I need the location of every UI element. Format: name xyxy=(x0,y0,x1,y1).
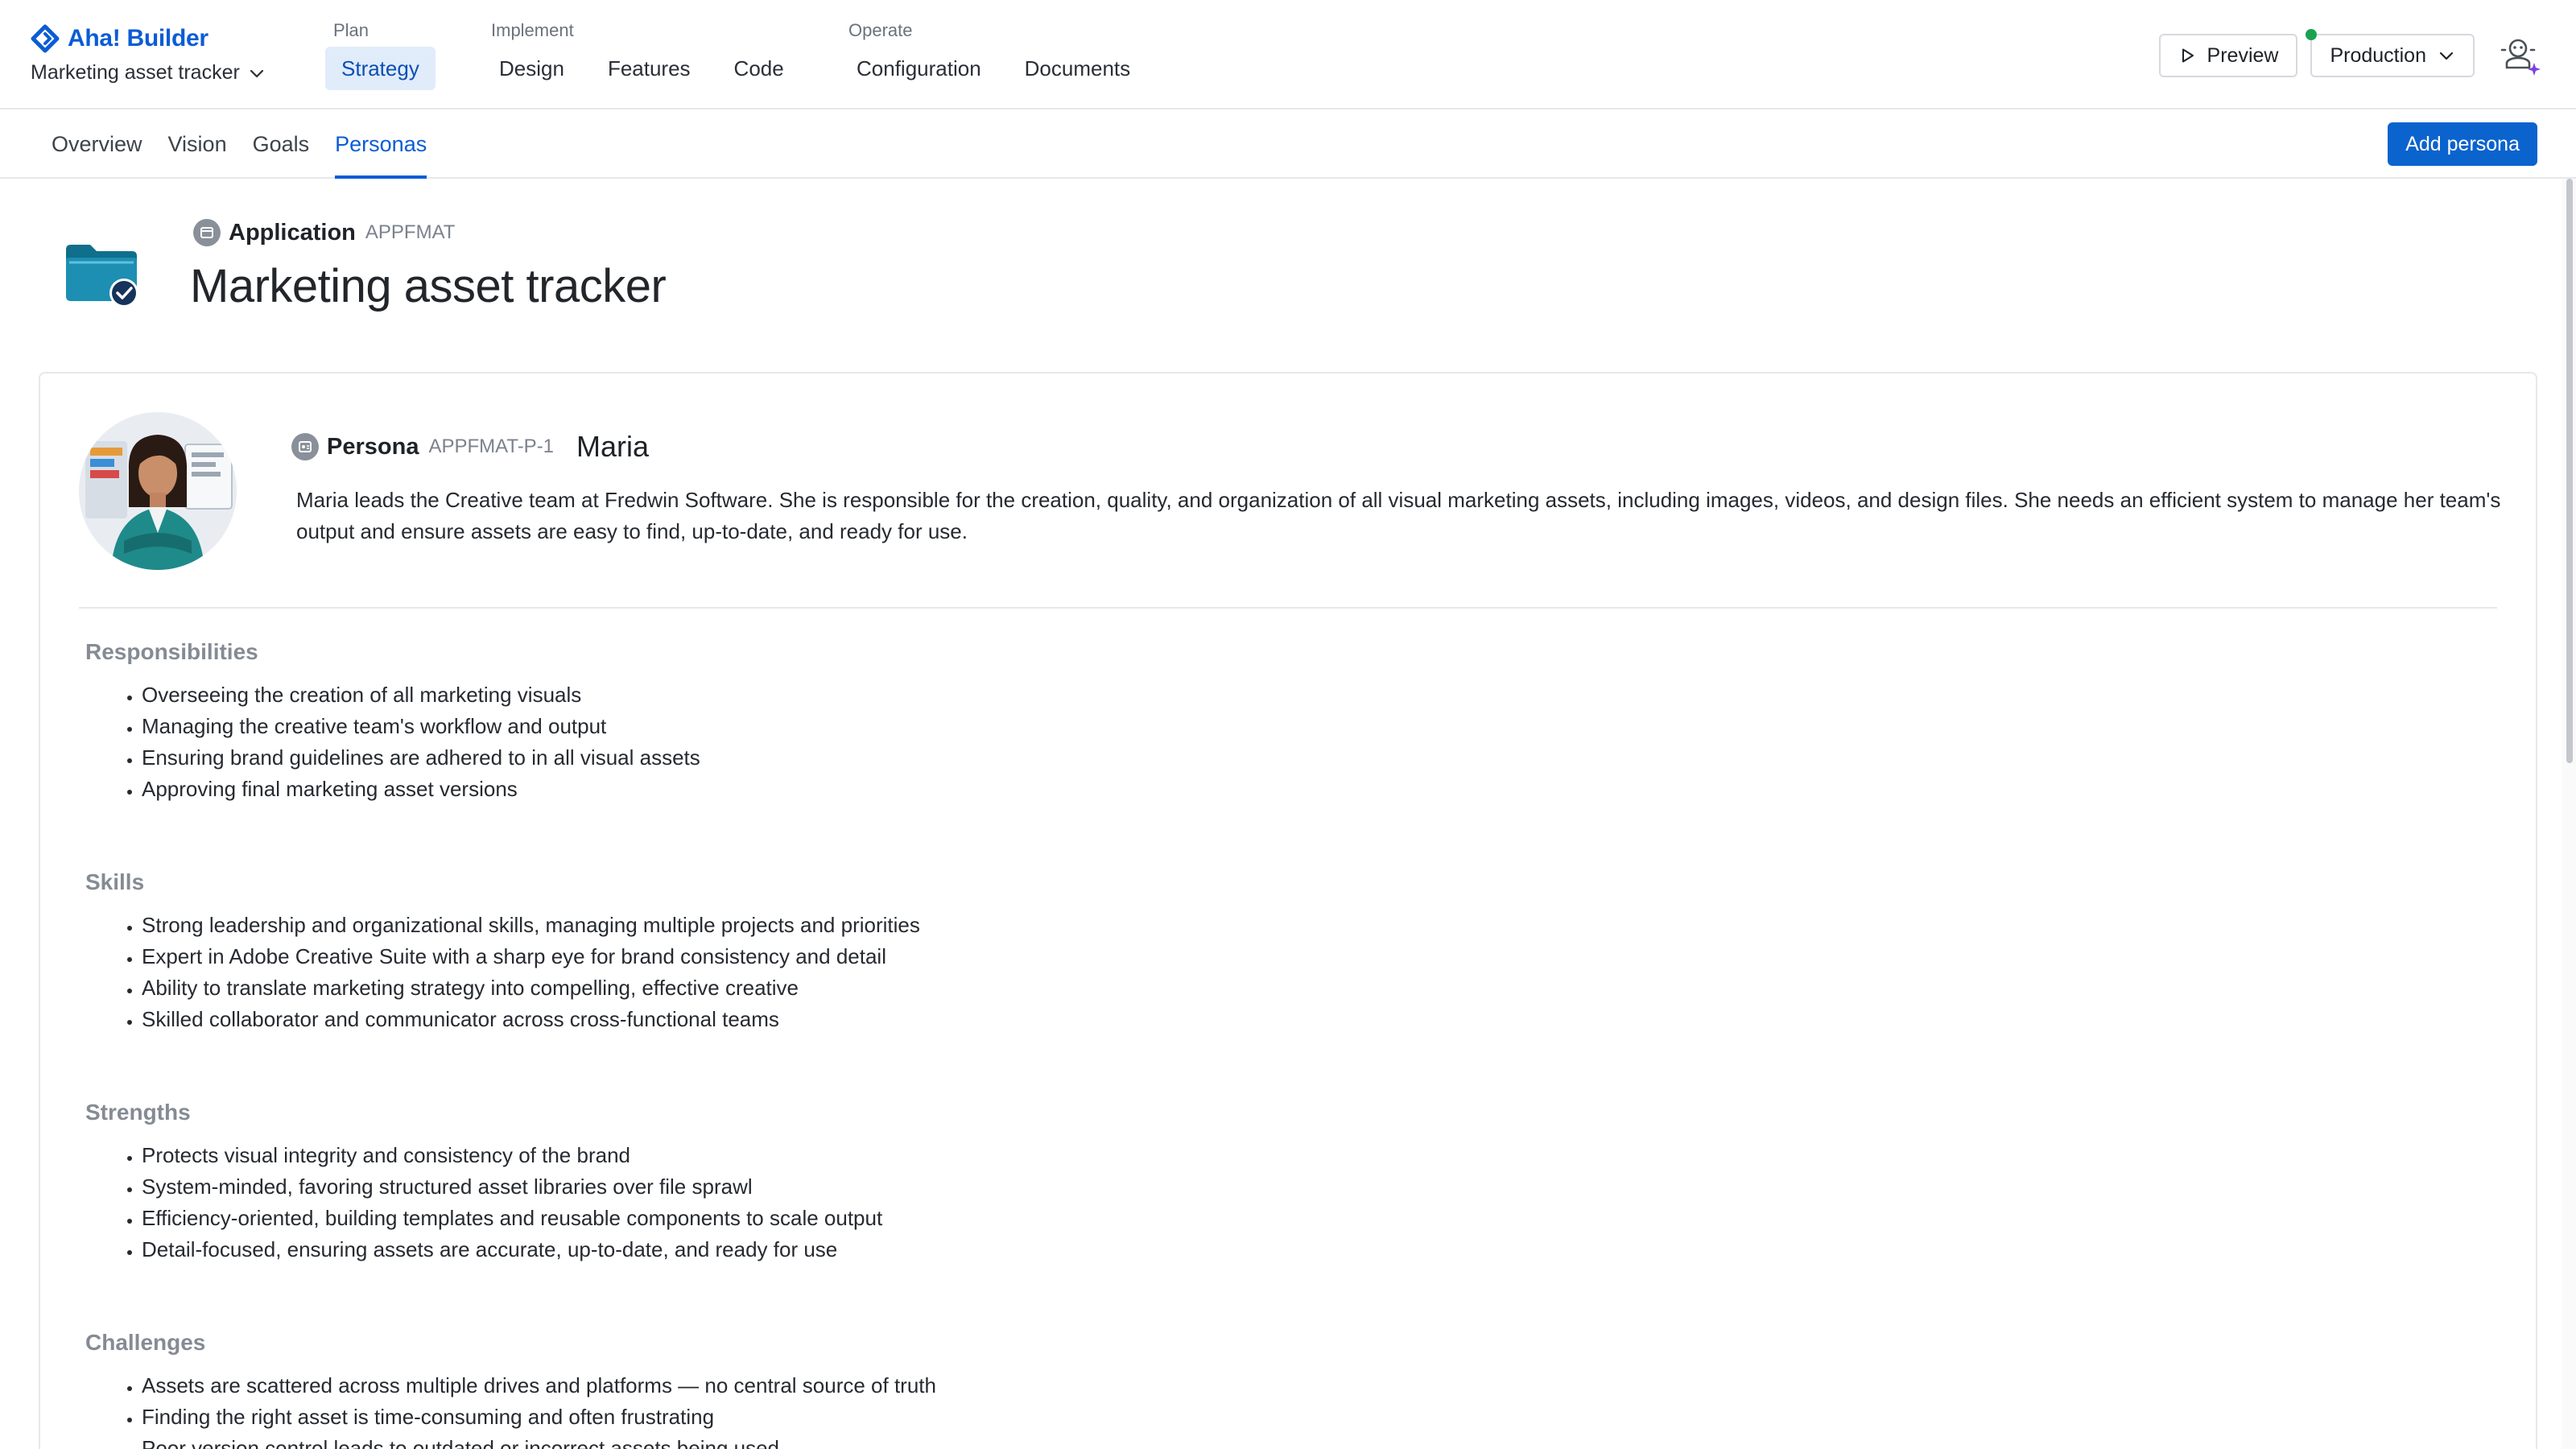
brand-name: Aha! Builder xyxy=(68,25,208,52)
environment-label: Production xyxy=(2330,43,2426,67)
section-strengths: Strengths Protects visual integrity and … xyxy=(85,1096,882,1265)
section-title: Skills xyxy=(85,869,145,894)
folder-check-icon xyxy=(66,245,138,308)
page-title[interactable]: Marketing asset tracker xyxy=(190,259,667,313)
list-item: Strong leadership and organizational ski… xyxy=(142,910,920,941)
aha-diamond-logo-icon xyxy=(31,24,60,53)
add-persona-button[interactable]: Add persona xyxy=(2388,122,2537,166)
preview-button[interactable]: Preview xyxy=(2158,34,2298,77)
responsibilities-list[interactable]: Overseeing the creation of all marketing… xyxy=(85,679,700,805)
list-item: Approving final marketing asset versions xyxy=(142,774,700,805)
brand: Aha! Builder Marketing asset tracker xyxy=(31,21,266,85)
nav-group-implement: Implement Design Features Code xyxy=(483,18,800,90)
list-item: Poor version control leads to outdated o… xyxy=(142,1433,936,1449)
persona-avatar[interactable] xyxy=(79,412,237,570)
persona-description[interactable]: Maria leads the Creative team at Fredwin… xyxy=(296,485,2502,547)
tab-goals[interactable]: Goals xyxy=(253,109,310,179)
list-item: System-minded, favoring structured asset… xyxy=(142,1171,882,1203)
section-skills: Skills Strong leadership and organizatio… xyxy=(85,866,920,1035)
application-type-label: Application xyxy=(229,219,356,246)
app-switcher-label: Marketing asset tracker xyxy=(31,61,240,84)
list-item: Overseeing the creation of all marketing… xyxy=(142,679,700,711)
environment-select-wrap: Production xyxy=(2306,29,2475,77)
environment-select[interactable]: Production xyxy=(2310,34,2475,77)
nav-group-label: Plan xyxy=(333,20,369,40)
tab-overview[interactable]: Overview xyxy=(52,109,142,179)
skills-list[interactable]: Strong leadership and organizational ski… xyxy=(85,910,920,1035)
nav-group-label: Implement xyxy=(491,20,574,40)
tab-vision[interactable]: Vision xyxy=(168,109,227,179)
list-item: Detail-focused, ensuring assets are accu… xyxy=(142,1234,882,1265)
list-item: Finding the right asset is time-consumin… xyxy=(142,1402,936,1433)
tabs: Overview Vision Goals Personas xyxy=(52,109,427,179)
nav-item-features[interactable]: Features xyxy=(592,47,707,90)
persona-card: Persona APPFMAT-P-1 Maria Maria leads th… xyxy=(39,372,2537,1449)
preview-label: Preview xyxy=(2207,43,2279,67)
nav-group-plan: Plan Strategy xyxy=(325,18,436,90)
chevron-down-icon xyxy=(250,69,263,77)
list-item: Efficiency-oriented, building templates … xyxy=(142,1203,882,1234)
nav-group-label: Operate xyxy=(848,20,913,40)
tab-personas[interactable]: Personas xyxy=(335,109,427,179)
section-challenges: Challenges Assets are scattered across m… xyxy=(85,1327,936,1449)
nav-item-strategy[interactable]: Strategy xyxy=(325,47,436,90)
divider xyxy=(79,607,2497,609)
header-controls: Preview Production xyxy=(2158,29,2544,79)
ai-assistant-icon[interactable] xyxy=(2497,32,2544,79)
persona-portrait-image xyxy=(79,412,237,570)
top-bar: Aha! Builder Marketing asset tracker Pla… xyxy=(0,0,2576,109)
section-responsibilities: Responsibilities Overseeing the creation… xyxy=(85,636,700,805)
nav-group-operate: Operate Configuration Documents xyxy=(840,18,1146,90)
list-item: Protects visual integrity and consistenc… xyxy=(142,1140,882,1171)
scrollbar-thumb[interactable] xyxy=(2566,179,2573,763)
app-switcher[interactable]: Marketing asset tracker xyxy=(31,61,266,85)
nav-item-design[interactable]: Design xyxy=(483,47,580,90)
sub-tab-bar: Overview Vision Goals Personas Add perso… xyxy=(0,109,2576,179)
list-item: Expert in Adobe Creative Suite with a sh… xyxy=(142,941,920,972)
persona-key: APPFMAT-P-1 xyxy=(428,436,555,457)
list-item: Managing the creative team's workflow an… xyxy=(142,711,700,742)
application-key: APPFMAT xyxy=(365,221,456,243)
brand-home-link[interactable]: Aha! Builder xyxy=(31,21,266,56)
persona-type-icon xyxy=(291,433,319,460)
persona-type-label: Persona xyxy=(327,433,419,460)
list-item: Ensuring brand guidelines are adhered to… xyxy=(142,742,700,774)
persona-meta: Persona APPFMAT-P-1 Maria xyxy=(291,430,649,464)
chevron-down-icon xyxy=(2439,52,2454,60)
application-type-icon xyxy=(193,219,221,246)
section-title: Strengths xyxy=(85,1100,191,1125)
list-item: Ability to translate marketing strategy … xyxy=(142,972,920,1004)
section-title: Challenges xyxy=(85,1330,206,1355)
list-item: Assets are scattered across multiple dri… xyxy=(142,1370,936,1402)
strengths-list[interactable]: Protects visual integrity and consistenc… xyxy=(85,1140,882,1265)
section-title: Responsibilities xyxy=(85,639,258,664)
nav-item-documents[interactable]: Documents xyxy=(1009,47,1147,90)
persona-name[interactable]: Maria xyxy=(576,430,649,464)
application-meta: Application APPFMAT xyxy=(193,219,455,246)
list-item: Skilled collaborator and communicator ac… xyxy=(142,1004,920,1035)
nav-item-code[interactable]: Code xyxy=(718,47,800,90)
nav-item-configuration[interactable]: Configuration xyxy=(840,47,997,90)
play-icon xyxy=(2182,48,2194,63)
challenges-list[interactable]: Assets are scattered across multiple dri… xyxy=(85,1370,936,1449)
